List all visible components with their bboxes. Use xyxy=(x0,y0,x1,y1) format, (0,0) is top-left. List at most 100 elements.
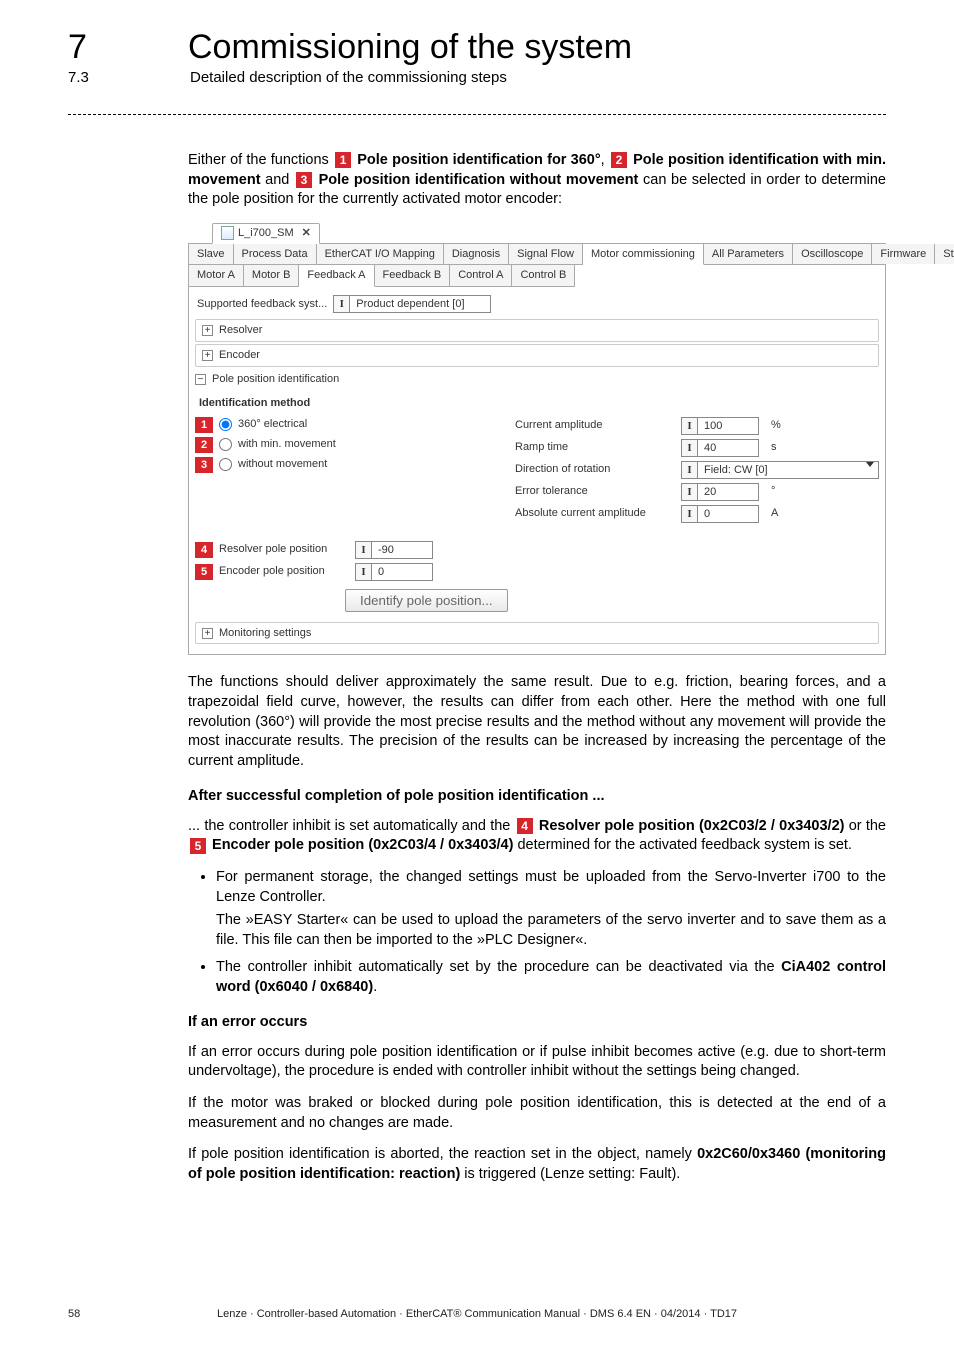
ramp-time-label: Ramp time xyxy=(515,440,675,455)
callout-marker-4: 4 xyxy=(517,818,533,834)
callout-marker-2: 2 xyxy=(611,152,627,168)
tab-status[interactable]: Status xyxy=(935,244,954,265)
radio-min-movement[interactable] xyxy=(219,438,232,451)
tab-ethercat-io[interactable]: EtherCAT I/O Mapping xyxy=(317,244,444,265)
unit: % xyxy=(771,418,791,433)
info-icon: I xyxy=(356,542,372,558)
document-tab[interactable]: L_i700_SM ✕ xyxy=(212,223,320,244)
tab-process-data[interactable]: Process Data xyxy=(234,244,317,265)
document-tab-label: L_i700_SM xyxy=(238,226,294,241)
error-heading: If an error occurs xyxy=(188,1013,886,1033)
chapter-number: 7 xyxy=(68,28,98,67)
list-item: The controller inhibit automatically set… xyxy=(216,958,886,997)
tab-all-parameters[interactable]: All Parameters xyxy=(704,244,793,265)
bullet-list: For permanent storage, the changed setti… xyxy=(202,868,886,997)
text: ... the controller inhibit is set automa… xyxy=(188,818,515,834)
encoder-pp-field[interactable]: I0 xyxy=(355,563,433,581)
info-icon: I xyxy=(334,296,350,312)
error-tolerance-value: 20 xyxy=(698,484,758,500)
text: If pole position identification is abort… xyxy=(188,1146,697,1162)
intro-paragraph: Either of the functions 1 Pole position … xyxy=(188,151,886,210)
section-number: 7.3 xyxy=(68,69,116,86)
tab-motor-b[interactable]: Motor B xyxy=(244,265,300,287)
tab-feedback-b[interactable]: Feedback B xyxy=(375,265,451,287)
text: Either of the functions xyxy=(188,152,333,168)
current-amplitude-value: 100 xyxy=(698,418,758,434)
supported-feedback-value: Product dependent [0] xyxy=(350,296,490,312)
callout-marker-3: 3 xyxy=(195,457,213,473)
info-icon: I xyxy=(682,440,698,456)
current-amplitude-label: Current amplitude xyxy=(515,418,675,433)
divider xyxy=(68,114,886,115)
tab-feedback-a[interactable]: Feedback A xyxy=(299,265,374,287)
direction-dropdown[interactable]: IField: CW [0] xyxy=(681,461,879,479)
abs-current-value: 0 xyxy=(698,506,758,522)
current-amplitude-field[interactable]: I100 xyxy=(681,417,759,435)
tab-control-b[interactable]: Control B xyxy=(512,265,575,287)
expand-icon[interactable]: + xyxy=(202,325,213,336)
encoder-pp-value: 0 xyxy=(372,564,432,580)
callout-marker-4: 4 xyxy=(195,542,213,558)
motor-tabs: Motor A Motor B Feedback A Feedback B Co… xyxy=(188,265,886,287)
direction-label: Direction of rotation xyxy=(515,462,675,477)
collapse-icon[interactable]: − xyxy=(195,374,206,385)
expand-icon[interactable]: + xyxy=(202,350,213,361)
resolver-pp-field[interactable]: I-90 xyxy=(355,541,433,559)
close-icon[interactable]: ✕ xyxy=(302,226,311,241)
abs-current-label: Absolute current amplitude xyxy=(515,506,675,521)
info-icon: I xyxy=(682,506,698,522)
text: and xyxy=(265,172,294,188)
text: Pole position identification without mov… xyxy=(319,172,639,188)
radio-min-movement-label: with min. movement xyxy=(238,437,336,452)
info-icon: I xyxy=(356,564,372,580)
page-number: 58 xyxy=(68,1308,108,1320)
footer-text: Lenze · Controller-based Automation · Et… xyxy=(108,1308,846,1320)
tab-slave[interactable]: Slave xyxy=(189,244,234,265)
info-icon: I xyxy=(682,418,698,434)
tree-label: Pole position identification xyxy=(212,372,339,387)
list-item: For permanent storage, the changed setti… xyxy=(216,868,886,950)
unit: s xyxy=(771,440,791,455)
tab-control-a[interactable]: Control A xyxy=(450,265,512,287)
abs-current-field[interactable]: I0 xyxy=(681,505,759,523)
tree-resolver[interactable]: + Resolver xyxy=(195,319,879,342)
callout-marker-5: 5 xyxy=(195,564,213,580)
error-paragraph-3: If pole position identification is abort… xyxy=(188,1145,886,1184)
radio-360-label: 360° electrical xyxy=(238,417,307,432)
text: determined for the activated feedback sy… xyxy=(517,837,851,853)
direction-value: Field: CW [0] xyxy=(698,462,866,478)
ramp-time-field[interactable]: I40 xyxy=(681,439,759,457)
results-paragraph: The functions should deliver approximate… xyxy=(188,673,886,771)
tab-motor-a[interactable]: Motor A xyxy=(189,265,244,287)
expand-icon[interactable]: + xyxy=(202,628,213,639)
supported-feedback-label: Supported feedback syst... xyxy=(197,297,327,312)
tree-label: Monitoring settings xyxy=(219,626,311,641)
tab-diagnosis[interactable]: Diagnosis xyxy=(444,244,509,265)
tree-monitoring[interactable]: + Monitoring settings xyxy=(195,622,879,645)
document-icon xyxy=(221,226,234,240)
tab-firmware[interactable]: Firmware xyxy=(872,244,935,265)
radio-without-movement-label: without movement xyxy=(238,457,327,472)
text: The controller inhibit automatically set… xyxy=(216,959,781,975)
text: , xyxy=(601,152,609,168)
tree-label: Encoder xyxy=(219,348,260,363)
supported-feedback-field[interactable]: I Product dependent [0] xyxy=(333,295,491,313)
identify-pole-position-button[interactable]: Identify pole position... xyxy=(345,589,508,612)
encoder-pp-label: Encoder pole position xyxy=(219,564,349,579)
after-success-paragraph: ... the controller inhibit is set automa… xyxy=(188,817,886,856)
section-title: Detailed description of the commissionin… xyxy=(190,69,507,86)
error-tolerance-field[interactable]: I20 xyxy=(681,483,759,501)
page-footer: 58 Lenze · Controller-based Automation ·… xyxy=(68,1308,886,1320)
tab-signal-flow[interactable]: Signal Flow xyxy=(509,244,583,265)
tab-oscilloscope[interactable]: Oscilloscope xyxy=(793,244,872,265)
screenshot-panel: L_i700_SM ✕ Slave Process Data EtherCAT … xyxy=(188,222,886,656)
callout-marker-2: 2 xyxy=(195,437,213,453)
radio-360[interactable] xyxy=(219,418,232,431)
tab-motor-commissioning[interactable]: Motor commissioning xyxy=(583,244,704,266)
chapter-title: Commissioning of the system xyxy=(188,28,632,67)
tree-ppi[interactable]: − Pole position identification xyxy=(195,369,879,390)
callout-marker-3: 3 xyxy=(296,172,312,188)
chevron-down-icon xyxy=(866,462,874,467)
tree-encoder[interactable]: + Encoder xyxy=(195,344,879,367)
radio-without-movement[interactable] xyxy=(219,458,232,471)
